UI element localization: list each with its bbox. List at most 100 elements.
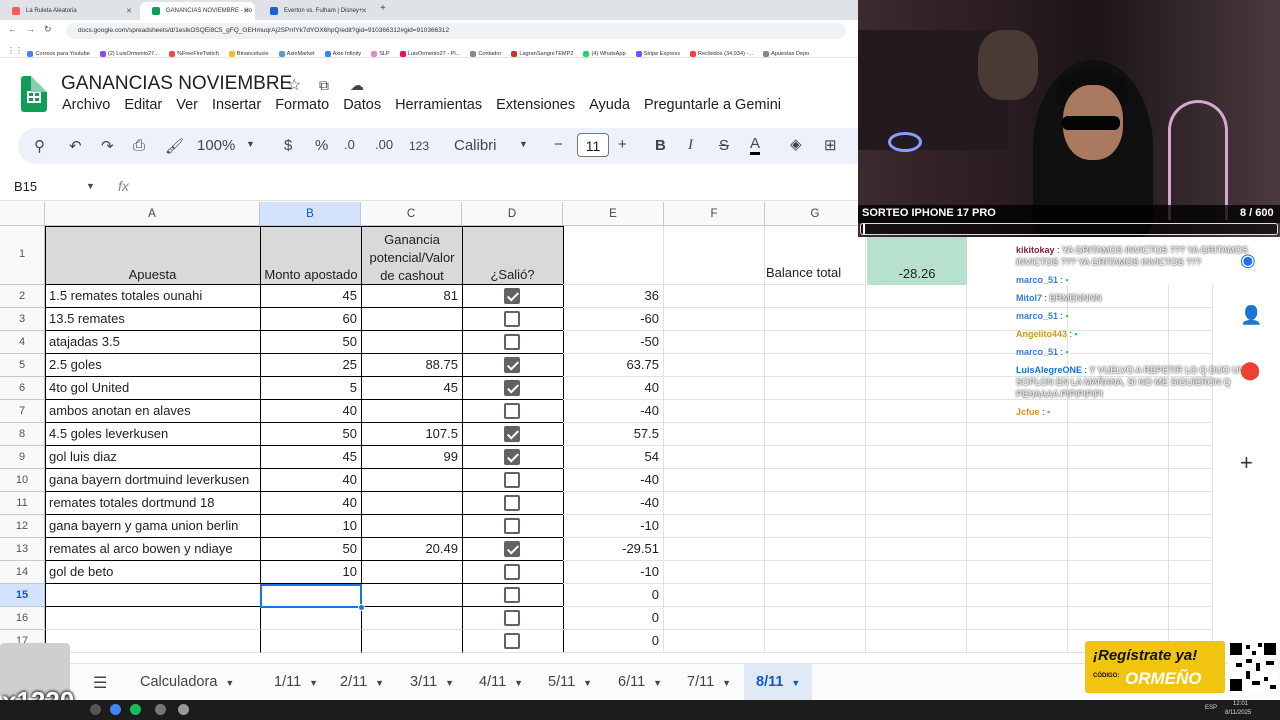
- cloud-status-icon[interactable]: ☁: [350, 77, 364, 94]
- cell-ganancia[interactable]: [361, 561, 463, 584]
- cell[interactable]: [664, 354, 765, 377]
- checkbox-unchecked[interactable]: [504, 495, 520, 511]
- cell[interactable]: [765, 607, 866, 630]
- cell[interactable]: [967, 446, 1068, 469]
- cell[interactable]: [1169, 607, 1213, 630]
- cell[interactable]: [866, 492, 967, 515]
- checkbox-checked[interactable]: [504, 288, 520, 304]
- cell-monto[interactable]: 60: [260, 308, 362, 331]
- italic-button[interactable]: I: [688, 137, 693, 154]
- checkbox-checked[interactable]: [504, 357, 520, 373]
- menu-item[interactable]: Herramientas: [395, 97, 482, 113]
- strikethrough-button[interactable]: S: [719, 137, 729, 154]
- cell[interactable]: [967, 584, 1068, 607]
- cell-apuesta[interactable]: gol luis diaz: [45, 446, 261, 469]
- cell[interactable]: [866, 584, 967, 607]
- cell[interactable]: [765, 469, 866, 492]
- checkbox-unchecked[interactable]: [504, 587, 520, 603]
- sheet-tab[interactable]: Calculadora ▼: [128, 664, 246, 701]
- cell[interactable]: [866, 446, 967, 469]
- checkbox-checked[interactable]: [504, 541, 520, 557]
- cell-neto[interactable]: 63.75: [563, 354, 664, 377]
- row-header[interactable]: 10: [0, 469, 45, 492]
- cell[interactable]: [866, 515, 967, 538]
- maps-icon[interactable]: ⬤: [1240, 360, 1260, 381]
- chevron-down-icon[interactable]: ▼: [246, 139, 255, 149]
- row-header[interactable]: 1: [0, 226, 45, 285]
- browser-tab[interactable]: La Ruleta Aleatoria ✕: [0, 2, 138, 20]
- sheet-tab[interactable]: 4/11 ▼: [467, 664, 535, 701]
- increase-decimal-button[interactable]: .00: [375, 137, 393, 152]
- sheet-tab[interactable]: 7/11 ▼: [675, 664, 743, 701]
- sheet-tab[interactable]: 2/11 ▼: [328, 664, 396, 701]
- cell-apuesta[interactable]: [45, 584, 261, 607]
- checkbox-unchecked[interactable]: [504, 610, 520, 626]
- cell[interactable]: [866, 354, 967, 377]
- bookmark-item[interactable]: Binanceluxie: [228, 51, 269, 57]
- cell-apuesta[interactable]: gana bayern dortmuind leverkusen: [45, 469, 261, 492]
- cell[interactable]: [664, 331, 765, 354]
- cell[interactable]: [866, 469, 967, 492]
- cell-neto[interactable]: 0: [563, 607, 664, 630]
- cell-ganancia[interactable]: 20.49: [361, 538, 463, 561]
- chevron-down-icon[interactable]: ▼: [653, 678, 662, 688]
- font-select[interactable]: Calibri: [454, 137, 497, 154]
- column-header-f[interactable]: F: [664, 202, 765, 226]
- browser-tab[interactable]: Everton vs. Fulham | Disney+ ✕: [258, 2, 373, 20]
- cell[interactable]: [1169, 538, 1213, 561]
- cell-apuesta[interactable]: atajadas 3.5: [45, 331, 261, 354]
- name-box[interactable]: B15: [14, 179, 37, 194]
- cell[interactable]: [1068, 469, 1169, 492]
- chevron-down-icon[interactable]: ▼: [86, 181, 95, 191]
- number-format-button[interactable]: 123: [409, 139, 429, 153]
- cell[interactable]: [1068, 446, 1169, 469]
- row-header[interactable]: 6: [0, 377, 45, 400]
- cell-ganancia[interactable]: [361, 492, 463, 515]
- bookmark-item[interactable]: LagranSangreTEMP2: [510, 51, 573, 57]
- close-tab-icon[interactable]: ✕: [126, 7, 132, 15]
- cell[interactable]: [765, 515, 866, 538]
- cell-neto[interactable]: -40: [563, 492, 664, 515]
- cell[interactable]: [967, 492, 1068, 515]
- address-bar[interactable]: docs.google.com/spreadsheets/d/1eslkOSQE…: [66, 23, 846, 39]
- undo-icon[interactable]: ↶: [69, 137, 82, 155]
- borders-icon[interactable]: ⊞: [824, 136, 837, 154]
- cell-apuesta[interactable]: 4to gol United: [45, 377, 261, 400]
- clock-time[interactable]: 12:01: [1233, 701, 1248, 707]
- menu-item[interactable]: Preguntarle a Gemini: [644, 97, 781, 113]
- cell-ganancia[interactable]: [361, 515, 463, 538]
- cell[interactable]: [866, 561, 967, 584]
- cell[interactable]: [765, 308, 866, 331]
- menu-item[interactable]: Extensiones: [496, 97, 575, 113]
- cell-neto[interactable]: -50: [563, 331, 664, 354]
- row-header[interactable]: 3: [0, 308, 45, 331]
- cell[interactable]: [1169, 469, 1213, 492]
- cell[interactable]: [664, 423, 765, 446]
- row-header[interactable]: 2: [0, 285, 45, 308]
- cell-ganancia[interactable]: [361, 308, 463, 331]
- cell-ganancia[interactable]: 88.75: [361, 354, 463, 377]
- cell[interactable]: [866, 400, 967, 423]
- back-icon[interactable]: ←: [8, 24, 17, 34]
- cell-monto[interactable]: [260, 584, 362, 607]
- currency-format-button[interactable]: $: [284, 137, 292, 154]
- column-header-b[interactable]: B: [260, 202, 361, 226]
- cell-monto[interactable]: 40: [260, 469, 362, 492]
- row-header[interactable]: 7: [0, 400, 45, 423]
- cell[interactable]: [1169, 492, 1213, 515]
- balance-total-value[interactable]: -28.26: [867, 237, 967, 285]
- cell[interactable]: [664, 400, 765, 423]
- row-header[interactable]: 11: [0, 492, 45, 515]
- cell[interactable]: [1169, 561, 1213, 584]
- bold-button[interactable]: B: [655, 137, 666, 154]
- contacts-icon[interactable]: 👤: [1240, 305, 1262, 326]
- text-color-button[interactable]: A: [750, 135, 761, 155]
- cell[interactable]: [765, 331, 866, 354]
- decrease-decimal-button[interactable]: .0: [344, 137, 355, 152]
- bookmark-item[interactable]: (4) WhatsApp: [582, 51, 626, 57]
- cell[interactable]: [664, 308, 765, 331]
- bookmark-item[interactable]: SLP: [370, 51, 390, 57]
- search-icon[interactable]: [90, 704, 101, 715]
- reload-icon[interactable]: ↻: [44, 24, 52, 35]
- cell-monto[interactable]: 10: [260, 515, 362, 538]
